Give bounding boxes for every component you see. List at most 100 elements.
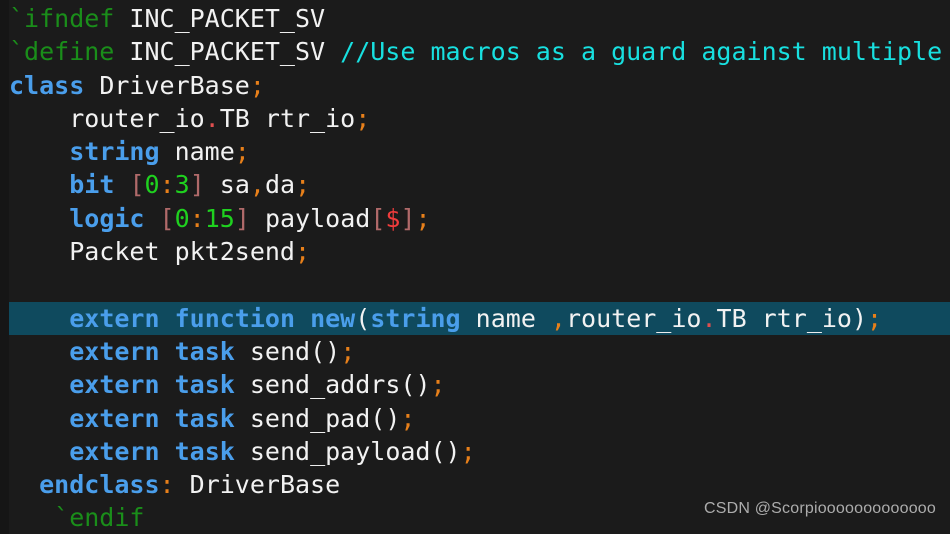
code-token-kw: extern [69,336,160,366]
code-line[interactable]: logic [0:15] payload[$]; [0,202,950,235]
code-token-plain: TB rtr_io [716,303,852,333]
code-token-kw: extern [69,436,160,466]
code-line[interactable]: Packet pkt2send; [0,235,950,268]
code-token-kw: extern [69,403,160,433]
code-token-kw: endclass [39,470,160,500]
code-line[interactable]: string name; [0,135,950,168]
code-token-pp: `endif [54,503,145,533]
code-token-paren: ( [355,303,371,333]
code-token-plain: DriverBase [174,470,341,500]
code-token-num: 0 [144,170,160,200]
code-line[interactable]: class DriverBase; [0,69,950,102]
code-line[interactable] [0,268,950,301]
code-token-plain: send [234,336,311,366]
code-line[interactable]: bit [0:3] sa,da; [0,168,950,201]
code-token-dot: . [204,103,220,133]
code-token-punc: , [249,170,265,200]
code-token-punc: ; [234,137,250,167]
code-line[interactable]: extern task send_payload(); [0,435,950,468]
code-token-kw: task [174,436,235,466]
code-line[interactable]: router_io.TB rtr_io; [0,102,950,135]
csdn-watermark: CSDN @Scorpiooooooooooooo [703,499,936,517]
code-token-plain: send_pad [234,403,371,433]
code-token-punc: ; [867,303,883,333]
code-token-plain: da [264,170,296,200]
code-token-kw: class [9,70,85,100]
code-token-plain: router_io [9,103,205,133]
code-line[interactable]: `define INC_PACKET_SV //Use macros as a … [0,35,950,68]
code-token-bracket: ] [234,203,250,233]
code-token-kw: logic [69,203,145,233]
code-token-bracket: [ [370,203,386,233]
code-token-plain: payload [249,203,371,233]
code-token-punc: ; [294,237,311,267]
code-token-paren: ) [851,303,868,333]
code-token-punc: ; [355,103,371,133]
code-token-pp: `ifndef [9,4,115,33]
code-token-punc: ; [460,436,476,466]
code-token-punc: : [159,170,175,200]
code-token-kw2: new [310,303,356,333]
code-token-kw: task [174,336,235,366]
code-token-paren: () [400,370,431,400]
code-editor[interactable]: `ifndef INC_PACKET_SV `define INC_PACKET_… [0,0,950,534]
code-token-paren: () [370,403,401,433]
code-token-dollar: $ [385,203,401,233]
code-token-punc: , [550,303,566,333]
code-token-kw: extern [69,303,160,333]
code-token-kw: function [174,303,296,333]
code-token-punc: : [189,203,205,233]
code-token-kw: task [174,403,235,433]
code-line-highlighted[interactable]: extern function new(string name ,router_… [0,301,950,336]
code-token-bracket: ] [189,170,205,200]
code-line[interactable]: extern task send_pad(); [0,402,950,435]
code-token-kw: string [69,137,160,167]
code-token-punc: ; [295,170,311,200]
code-token-kw: string [370,303,461,333]
code-token-pp: `define [9,37,115,67]
code-token-plain: TB rtr_io [219,103,356,133]
code-token-plain: send_payload [234,436,431,466]
code-token-num: 3 [174,170,190,200]
code-token-num: 15 [204,203,235,233]
code-token-punc: ; [249,70,265,100]
code-token-plain: send_addrs [234,370,401,400]
code-token-bracket: ] [400,203,416,233]
editor-gutter-strip [0,0,9,534]
code-token-num: 0 [174,203,190,233]
code-token-paren: () [310,336,341,366]
code-lines-container[interactable]: `ifndef INC_PACKET_SV `define INC_PACKET_… [0,0,950,534]
code-token-punc: ; [415,203,431,233]
code-token-kw: bit [69,170,115,200]
code-token-punc: : [159,470,175,500]
code-token-comment: //Use macros as a guard against multiple [340,37,943,67]
code-line[interactable]: extern task send_addrs(); [0,368,950,401]
code-token-dot: . [701,303,717,333]
code-token-plain: INC_PACKET_SV [114,37,341,67]
code-token-plain: INC_PACKET_SV [114,4,326,33]
code-token-plain: DriverBase [84,70,250,100]
code-line[interactable]: `ifndef INC_PACKET_SV [0,2,950,35]
code-token-plain: name [159,137,235,167]
code-token-plain: Packet pkt2send [9,237,295,267]
code-token-bracket: [ [159,203,175,233]
code-token-plain: router_io [565,303,702,333]
code-line[interactable]: extern task send(); [0,335,950,368]
code-token-bracket: [ [129,170,145,200]
